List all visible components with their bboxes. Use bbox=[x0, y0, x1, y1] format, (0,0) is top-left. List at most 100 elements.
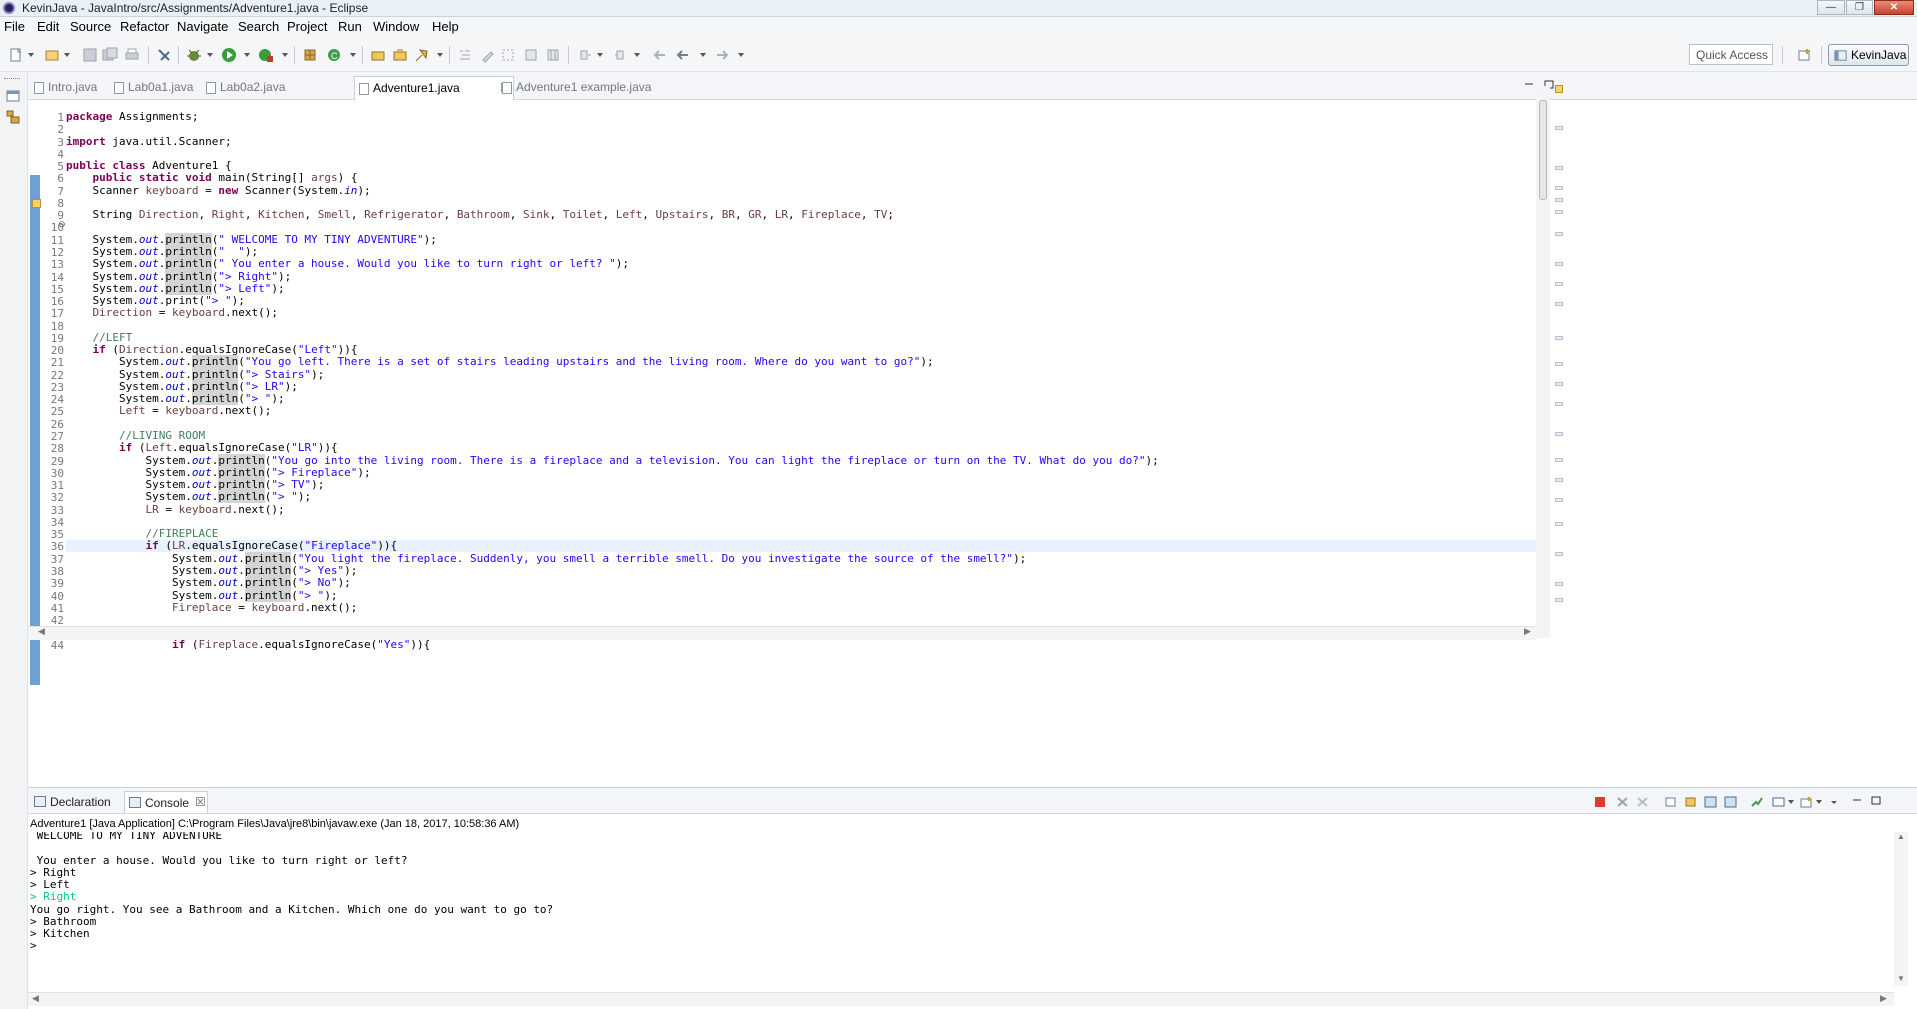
tab-console[interactable]: Console ☒ bbox=[124, 791, 208, 813]
code-line[interactable]: if (Fireplace.equalsIgnoreCase("Yes")){ bbox=[66, 639, 430, 651]
menu-edit[interactable]: Edit bbox=[37, 19, 59, 34]
maximize-button[interactable]: ❐ bbox=[1846, 0, 1873, 15]
maximize-console-icon[interactable] bbox=[1871, 796, 1881, 805]
open-type-icon[interactable] bbox=[370, 47, 386, 63]
display-console-dropdown-icon[interactable] bbox=[1788, 800, 1794, 804]
code-line[interactable]: public static void main(String[] args) { bbox=[66, 172, 358, 184]
occurrence-marker[interactable] bbox=[1555, 458, 1563, 462]
warning-summary-icon[interactable] bbox=[1555, 85, 1563, 93]
tab-adventure1-example-java[interactable]: Adventure1 example.java bbox=[498, 76, 658, 100]
open-console-dropdown-icon[interactable] bbox=[1816, 800, 1822, 804]
menu-project[interactable]: Project bbox=[287, 19, 327, 34]
menu-navigate[interactable]: Navigate bbox=[177, 19, 228, 34]
display-selected-console-icon[interactable] bbox=[1772, 796, 1785, 808]
console-horizontal-scrollbar[interactable]: ◀ ▶ bbox=[28, 992, 1894, 1006]
menu-search[interactable]: Search bbox=[238, 19, 279, 34]
occurrence-marker[interactable] bbox=[1555, 362, 1563, 366]
occurrence-marker[interactable] bbox=[1555, 432, 1563, 436]
back-dropdown-icon[interactable] bbox=[700, 53, 706, 57]
code-line[interactable]: System.out.println("> No"); bbox=[66, 576, 351, 589]
occurrence-marker[interactable] bbox=[1555, 582, 1563, 586]
debug-icon[interactable] bbox=[186, 47, 202, 63]
code-text[interactable]: package Assignments; import java.util.Sca… bbox=[66, 100, 1536, 696]
close-tab-icon[interactable]: ☒ bbox=[195, 795, 206, 809]
code-line[interactable]: if (LR.equalsIgnoreCase("Fireplace")){ bbox=[66, 540, 1536, 552]
open-perspective-icon[interactable] bbox=[1797, 47, 1813, 63]
search-dropdown-icon[interactable] bbox=[437, 53, 443, 57]
occurrence-marker[interactable] bbox=[1555, 186, 1563, 190]
show-whitespace-icon[interactable] bbox=[523, 47, 539, 63]
occurrence-marker[interactable] bbox=[1555, 552, 1563, 556]
code-line[interactable]: Left = keyboard.next(); bbox=[66, 405, 271, 417]
occurrence-marker[interactable] bbox=[1555, 262, 1563, 266]
next-annotation-icon[interactable] bbox=[577, 47, 593, 63]
menu-window[interactable]: Window bbox=[373, 19, 419, 34]
new-java-class-icon[interactable]: C bbox=[326, 47, 342, 63]
clear-console-icon[interactable] bbox=[1664, 796, 1677, 808]
scroll-down-icon[interactable]: ▼ bbox=[1897, 974, 1905, 983]
code-line[interactable]: Direction = keyboard.next(); bbox=[66, 307, 278, 319]
toggle-mark-icon[interactable] bbox=[156, 47, 172, 63]
code-line[interactable]: System.out.println("You go left. There i… bbox=[66, 355, 934, 368]
scroll-left-icon[interactable]: ◀ bbox=[32, 993, 39, 1004]
menu-source[interactable]: Source bbox=[70, 19, 111, 34]
occurrence-marker[interactable] bbox=[1555, 232, 1563, 236]
menu-refactor[interactable]: Refactor bbox=[120, 19, 169, 34]
scroll-right-icon[interactable]: ▶ bbox=[1880, 993, 1887, 1004]
tab-lab0a2-java[interactable]: Lab0a2.java bbox=[202, 76, 294, 100]
last-edit-icon[interactable] bbox=[652, 47, 668, 63]
scroll-lock-icon[interactable] bbox=[1684, 796, 1697, 808]
occurrence-marker[interactable] bbox=[1555, 498, 1563, 502]
restore-view-icon[interactable] bbox=[6, 90, 20, 102]
show-console-on-output-icon[interactable] bbox=[1724, 796, 1737, 808]
open-console-icon[interactable] bbox=[1800, 796, 1813, 808]
quick-access-input[interactable]: Quick Access bbox=[1689, 44, 1773, 65]
code-line[interactable]: System.out.println("> "); bbox=[66, 490, 311, 503]
forward-icon[interactable] bbox=[714, 47, 730, 63]
occurrence-marker[interactable] bbox=[1555, 166, 1563, 170]
scroll-up-icon[interactable]: ▲ bbox=[1897, 832, 1905, 841]
occurrence-marker[interactable] bbox=[1555, 302, 1563, 306]
code-line[interactable]: Scanner keyboard = new Scanner(System.in… bbox=[66, 185, 370, 197]
occurrence-marker[interactable] bbox=[1555, 198, 1563, 202]
forward-dropdown-icon[interactable] bbox=[738, 53, 744, 57]
word-wrap-icon[interactable] bbox=[1704, 796, 1717, 808]
new-project-icon[interactable] bbox=[44, 47, 60, 63]
debug-dropdown-icon[interactable] bbox=[207, 53, 213, 57]
scrollbar-thumb[interactable] bbox=[1539, 100, 1547, 200]
code-line[interactable]: System.out.println(" You enter a house. … bbox=[66, 257, 629, 270]
run-dropdown-icon[interactable] bbox=[244, 53, 250, 57]
new-icon[interactable] bbox=[8, 47, 24, 63]
save-all-icon[interactable] bbox=[102, 47, 118, 63]
search-icon[interactable] bbox=[414, 47, 430, 63]
view-menu-icon[interactable] bbox=[1828, 796, 1841, 808]
previous-annotation-icon[interactable] bbox=[613, 47, 629, 63]
occurrence-marker[interactable] bbox=[1555, 598, 1563, 602]
back-icon[interactable] bbox=[675, 47, 691, 63]
trim-handle[interactable] bbox=[4, 78, 20, 81]
scroll-right-icon[interactable]: ▶ bbox=[1524, 626, 1531, 637]
editor-horizontal-scrollbar[interactable]: ◀ ▶ bbox=[28, 626, 1536, 640]
perspective-kevinjava-button[interactable]: KevinJava bbox=[1828, 44, 1909, 66]
code-line[interactable]: package Assignments; bbox=[66, 111, 198, 123]
new-project-dropdown-icon[interactable] bbox=[64, 53, 70, 57]
open-task-icon[interactable] bbox=[392, 47, 408, 63]
occurrence-marker[interactable] bbox=[1555, 336, 1563, 340]
occurrence-marker[interactable] bbox=[1555, 402, 1563, 406]
console-output[interactable]: WELCOME TO MY TINY ADVENTURE You enter a… bbox=[30, 832, 1890, 990]
tab-intro-java[interactable]: Intro.java bbox=[30, 76, 110, 100]
code-line[interactable]: LR = keyboard.next(); bbox=[66, 504, 284, 516]
warning-marker-icon[interactable] bbox=[32, 199, 41, 208]
occurrence-marker[interactable] bbox=[1555, 382, 1563, 386]
tab-declaration[interactable]: Declaration bbox=[30, 791, 112, 813]
new-java-package-icon[interactable] bbox=[302, 47, 318, 63]
save-icon[interactable] bbox=[82, 47, 98, 63]
terminate-icon[interactable] bbox=[1594, 796, 1607, 808]
menu-help[interactable]: Help bbox=[432, 19, 459, 34]
tab-adventure1-java[interactable]: Adventure1.java ☒ bbox=[354, 76, 514, 100]
code-line[interactable]: String Direction, Right, Kitchen, Smell,… bbox=[66, 209, 894, 221]
console-vertical-scrollbar[interactable]: ▲ ▼ bbox=[1894, 832, 1908, 986]
occurrence-marker[interactable] bbox=[1555, 210, 1563, 214]
toggle-breadcrumb-icon[interactable] bbox=[457, 47, 473, 63]
occurrence-marker[interactable] bbox=[1555, 478, 1563, 482]
